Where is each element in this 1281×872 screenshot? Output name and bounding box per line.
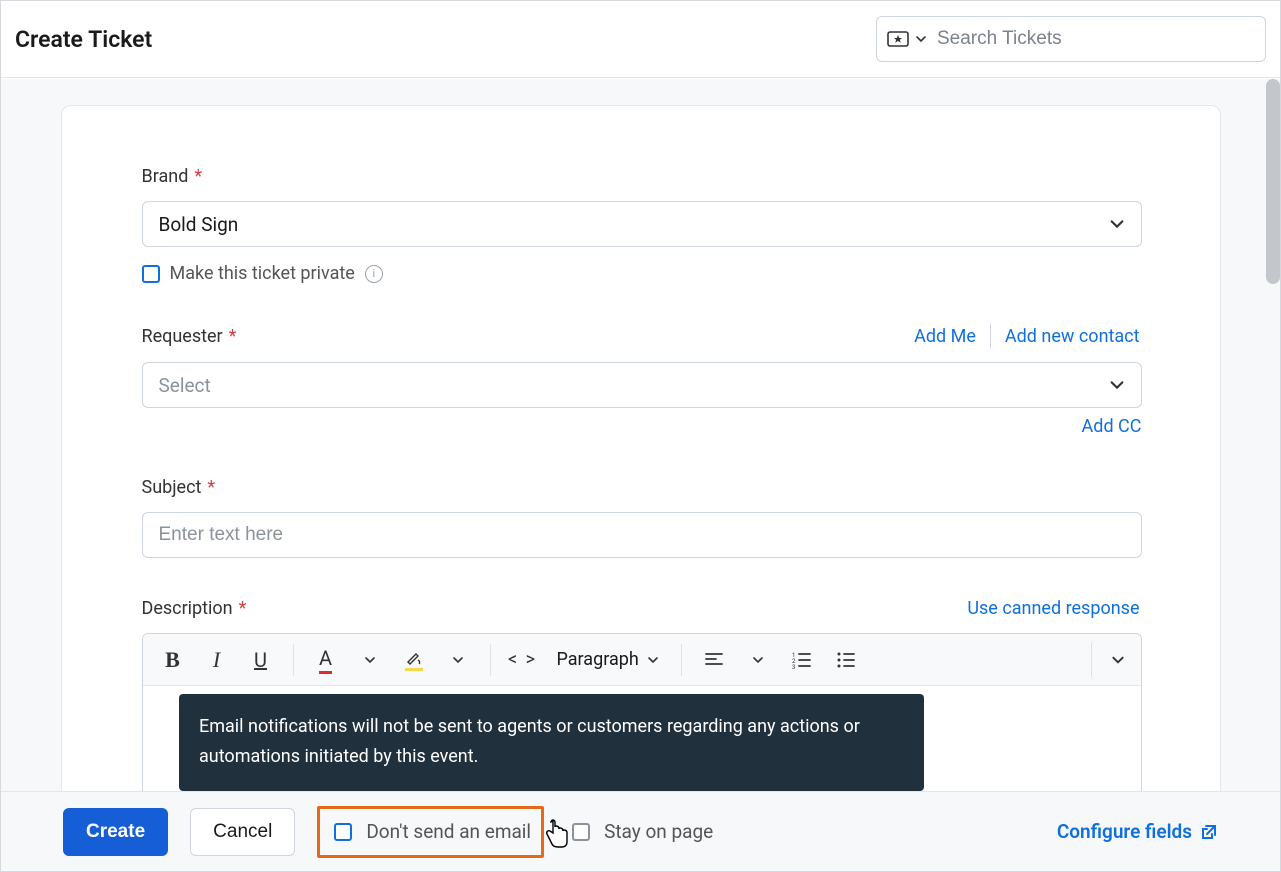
create-button[interactable]: Create (63, 808, 168, 856)
font-color-dropdown[interactable] (350, 640, 390, 680)
requester-label: Requester (142, 326, 223, 347)
chevron-down-icon (1109, 216, 1125, 232)
page-title: Create Ticket (15, 26, 152, 53)
editor-toolbar: B I U A < > Paragraph (143, 634, 1141, 686)
numbered-list-icon[interactable]: 123 (782, 640, 822, 680)
bold-icon[interactable]: B (153, 640, 193, 680)
svg-text:3: 3 (792, 664, 795, 669)
chevron-down-icon (915, 33, 927, 45)
brand-select[interactable]: Bold Sign (142, 201, 1142, 247)
subject-input[interactable] (142, 512, 1142, 558)
required-mark: * (207, 477, 215, 498)
underline-icon[interactable]: U (241, 640, 281, 680)
form-card: Brand * Bold Sign Make this ticket priva… (61, 105, 1221, 791)
align-dropdown[interactable] (738, 640, 778, 680)
requester-placeholder: Select (159, 374, 211, 397)
toolbar-separator (490, 644, 491, 676)
required-mark: * (229, 326, 237, 347)
make-private-checkbox[interactable] (142, 265, 160, 283)
paragraph-label: Paragraph (557, 649, 639, 670)
use-canned-response-link[interactable]: Use canned response (967, 598, 1139, 619)
configure-fields-label: Configure fields (1057, 820, 1192, 843)
subject-label: Subject (142, 477, 202, 498)
font-color-icon[interactable]: A (306, 640, 346, 680)
tooltip-text: Email notifications will not be sent to … (199, 716, 860, 768)
expand-toolbar-icon[interactable] (1091, 640, 1131, 680)
brand-field: Brand * Bold Sign Make this ticket priva… (142, 166, 1140, 284)
required-mark: * (239, 598, 247, 619)
toolbar-separator (681, 644, 682, 676)
code-icon[interactable]: < > (503, 640, 543, 680)
make-private-label: Make this ticket private (170, 263, 355, 284)
requester-field: Requester * Add Me Add new contact Selec… (142, 324, 1140, 437)
cancel-button[interactable]: Cancel (190, 808, 295, 856)
add-me-link[interactable]: Add Me (914, 326, 976, 347)
main-scroll-area: Brand * Bold Sign Make this ticket priva… (1, 79, 1280, 791)
external-link-icon (1200, 823, 1218, 841)
add-new-contact-link[interactable]: Add new contact (1005, 326, 1140, 347)
dont-send-email-highlight: Don't send an email (317, 806, 544, 858)
divider (990, 324, 991, 348)
ticket-search-type-icon[interactable] (887, 29, 927, 49)
search-input[interactable] (937, 28, 1255, 50)
paragraph-style-dropdown[interactable]: Paragraph (547, 640, 669, 680)
add-cc-link[interactable]: Add CC (1082, 416, 1142, 437)
description-label: Description (142, 598, 233, 619)
make-private-row[interactable]: Make this ticket private i (142, 263, 1140, 284)
footer-bar: Create Cancel Don't send an email Stay o… (1, 791, 1280, 871)
subject-field: Subject * (142, 477, 1140, 558)
stay-on-page-label: Stay on page (604, 820, 713, 843)
required-mark: * (194, 166, 202, 187)
bg-color-icon[interactable] (394, 640, 434, 680)
bullet-list-icon[interactable] (826, 640, 866, 680)
bg-color-dropdown[interactable] (438, 640, 478, 680)
brand-select-value: Bold Sign (159, 213, 239, 236)
chevron-down-icon (647, 654, 659, 666)
dont-send-email-checkbox[interactable] (334, 823, 352, 841)
header-bar: Create Ticket (1, 1, 1280, 78)
configure-fields-link[interactable]: Configure fields (1057, 820, 1218, 843)
stay-on-page-option[interactable]: Stay on page (572, 820, 713, 843)
dont-send-email-tooltip: Email notifications will not be sent to … (179, 694, 924, 791)
info-icon[interactable]: i (365, 265, 383, 283)
align-icon[interactable] (694, 640, 734, 680)
chevron-down-icon (1109, 377, 1125, 393)
italic-icon[interactable]: I (197, 640, 237, 680)
toolbar-separator (293, 644, 294, 676)
requester-select[interactable]: Select (142, 362, 1142, 408)
brand-label: Brand (142, 166, 189, 187)
dont-send-email-label: Don't send an email (366, 820, 531, 843)
vertical-scrollbar[interactable] (1266, 79, 1280, 284)
search-tickets-container[interactable] (876, 16, 1266, 62)
stay-on-page-checkbox[interactable] (572, 823, 590, 841)
